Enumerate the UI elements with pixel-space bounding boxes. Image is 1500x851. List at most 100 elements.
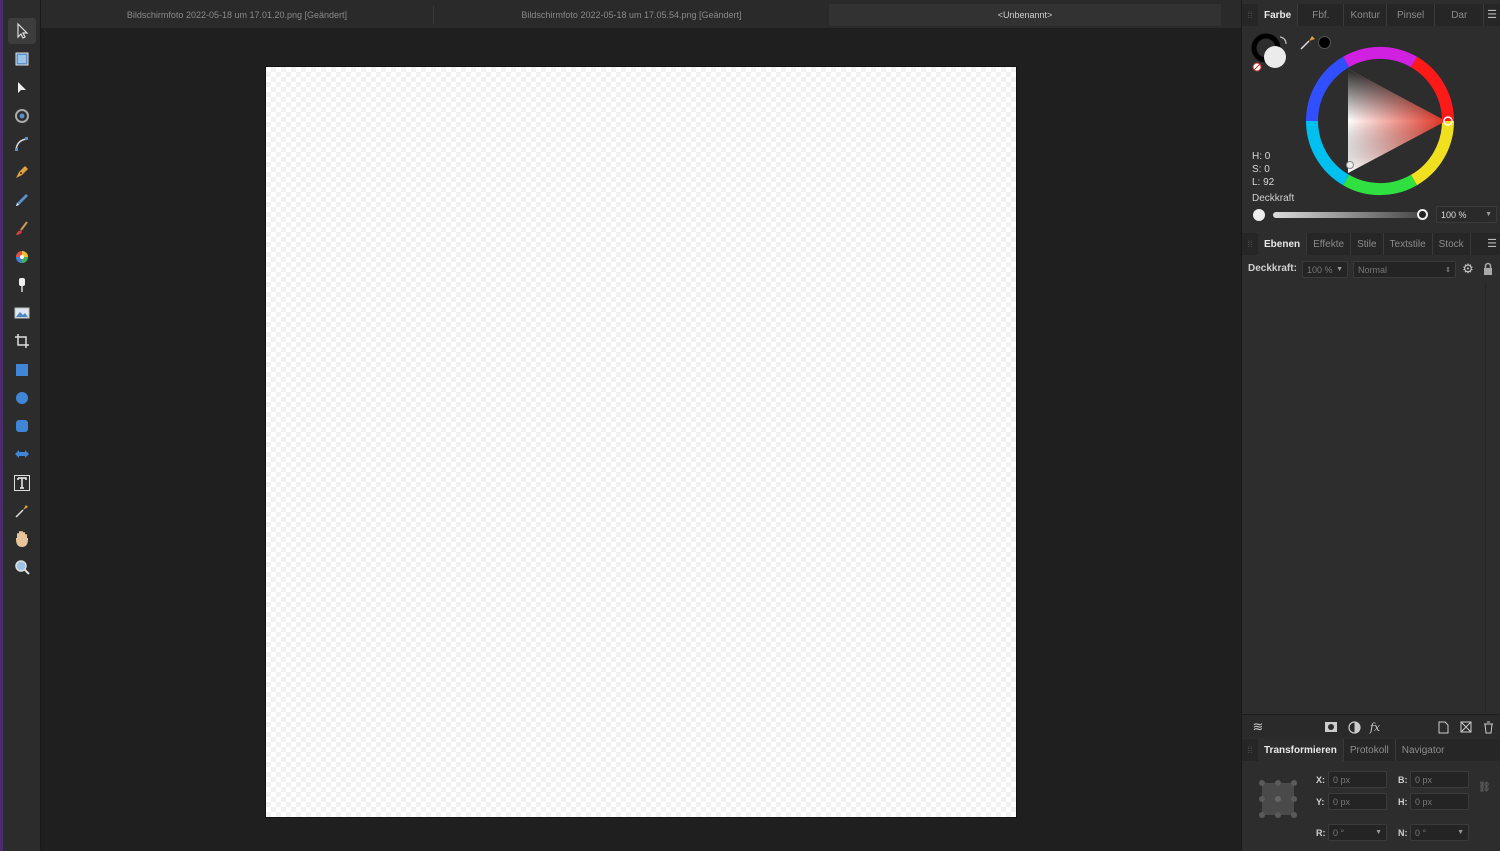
saturation-readout: S: 0: [1252, 164, 1270, 175]
tab-ebenen[interactable]: Ebenen: [1258, 233, 1308, 255]
trash-icon[interactable]: [1481, 720, 1495, 734]
layers-scrollbar[interactable]: [1485, 284, 1499, 712]
pencil-tool-button[interactable]: [8, 187, 36, 213]
text-tool-button[interactable]: [8, 470, 36, 496]
r-label: R:: [1316, 828, 1326, 838]
x-label: X:: [1316, 775, 1325, 785]
vector-brush-tool-button[interactable]: [8, 216, 36, 242]
panel-grip[interactable]: ⁞⁞: [1242, 233, 1258, 255]
tab-stock[interactable]: Stock: [1433, 233, 1471, 255]
chevron-down-icon: ▼: [1485, 211, 1492, 218]
tab-kontur[interactable]: Kontur: [1344, 4, 1387, 26]
anchor-point-selector[interactable]: [1258, 779, 1298, 819]
move-tool-button[interactable]: [8, 18, 36, 44]
opacity-value-field[interactable]: 100 % ▼: [1436, 206, 1497, 223]
panel-menu-icon[interactable]: ☰: [1485, 237, 1499, 251]
y-field[interactable]: 0 px: [1328, 793, 1387, 810]
place-image-tool-button[interactable]: [8, 300, 36, 326]
rounded-rectangle-icon: [16, 420, 28, 432]
fx-effects-icon[interactable]: fx: [1368, 720, 1382, 734]
document-canvas[interactable]: [265, 66, 1017, 818]
opacity-value: 100 %: [1441, 209, 1467, 220]
artboard-icon: [15, 52, 29, 66]
opacity-swatch: [1253, 209, 1265, 221]
zoom-icon: [15, 560, 30, 575]
ellipse-tool-button[interactable]: [8, 385, 36, 411]
mask-layer-icon[interactable]: [1324, 720, 1338, 734]
layers-stack-icon[interactable]: ≋: [1251, 719, 1265, 734]
tab-protokoll[interactable]: Protokoll: [1344, 739, 1396, 761]
blend-mode-select[interactable]: Normal ⇕: [1353, 261, 1456, 278]
rounded-rectangle-tool-button[interactable]: [8, 413, 36, 439]
color-wheel[interactable]: [1304, 45, 1456, 197]
fill-stroke-swatch[interactable]: [1250, 30, 1290, 74]
shear-field[interactable]: 0 ° ▼: [1410, 824, 1469, 841]
color-picker-tool-button[interactable]: [8, 498, 36, 524]
link-proportions-icon[interactable]: ⛓: [1478, 782, 1491, 798]
tab-stile[interactable]: Stile: [1351, 233, 1384, 255]
tab-fbf[interactable]: Fbf.: [1298, 4, 1345, 26]
width-field[interactable]: 0 px: [1410, 771, 1469, 788]
image-icon: [14, 307, 30, 319]
lock-icon[interactable]: [1482, 262, 1494, 276]
tab-navigator[interactable]: Navigator: [1396, 739, 1451, 761]
tab-pinsel[interactable]: Pinsel: [1387, 4, 1436, 26]
transparency-tool-button[interactable]: [8, 272, 36, 298]
rectangle-icon: [16, 364, 28, 376]
pencil-icon: [16, 194, 28, 206]
point-transform-tool-button[interactable]: [8, 131, 36, 157]
tab-dar[interactable]: Dar: [1435, 4, 1485, 26]
document-tab-3[interactable]: <Unbenannt>: [829, 4, 1221, 26]
crop-tool-button[interactable]: [8, 328, 36, 354]
arrow-cursor-icon: [17, 22, 29, 39]
tab-textstile[interactable]: Textstile: [1384, 233, 1433, 255]
layer-opacity-label: Deckkraft:: [1248, 263, 1297, 274]
text-icon: [14, 475, 30, 491]
opacity-slider[interactable]: [1273, 212, 1425, 218]
tab-transformieren[interactable]: Transformieren: [1258, 739, 1344, 761]
corner-tool-button[interactable]: [8, 103, 36, 129]
ellipse-icon: [16, 392, 28, 404]
b-label: B:: [1398, 775, 1408, 785]
y-label: Y:: [1316, 797, 1325, 807]
tab-farbe[interactable]: Farbe: [1258, 4, 1299, 26]
document-tab-2[interactable]: Bildschirmfoto 2022-05-18 um 17.05.54.pn…: [434, 4, 829, 26]
layers-list[interactable]: [1242, 284, 1485, 714]
eyedropper-icon: [15, 505, 28, 518]
zoom-tool-button[interactable]: [8, 554, 36, 580]
h-label: H:: [1398, 797, 1408, 807]
tools-toolbar: [3, 0, 41, 851]
document-tab-1[interactable]: Bildschirmfoto 2022-05-18 um 17.01.20.pn…: [41, 4, 433, 26]
layers-panel-tabs: ⁞⁞ Ebenen Effekte Stile Textstile Stock …: [1242, 233, 1500, 255]
fill-tool-button[interactable]: [8, 244, 36, 270]
rectangle-tool-button[interactable]: [8, 357, 36, 383]
lightness-readout: L: 92: [1252, 177, 1275, 188]
new-layer-icon[interactable]: [1436, 720, 1450, 734]
transform-panel-tabs: ⁞⁞ Transformieren Protokoll Navigator: [1242, 739, 1500, 761]
panel-menu-icon[interactable]: ☰: [1485, 8, 1499, 22]
color-panel-tabs: ⁞⁞ Farbe Fbf. Kontur Pinsel Dar ☰: [1242, 4, 1500, 26]
gear-icon[interactable]: ⚙: [1461, 262, 1475, 276]
shape-tool-button[interactable]: [8, 441, 36, 467]
rotation-value: 0 °: [1333, 827, 1345, 838]
height-field[interactable]: 0 px: [1410, 793, 1469, 810]
pen-tool-button[interactable]: [8, 159, 36, 185]
corner-icon: [15, 109, 29, 123]
tab-effekte[interactable]: Effekte: [1307, 233, 1352, 255]
x-field[interactable]: 0 px: [1328, 771, 1387, 788]
rotation-field[interactable]: 0 ° ▼: [1328, 824, 1387, 841]
panel-grip[interactable]: ⁞⁞: [1242, 4, 1258, 26]
panel-grip[interactable]: ⁞⁞: [1242, 739, 1258, 761]
adjustment-layer-icon[interactable]: [1347, 720, 1361, 734]
artboard-tool-button[interactable]: [8, 46, 36, 72]
chevron-updown-icon: ⇕: [1445, 266, 1451, 274]
brush-icon: [16, 221, 28, 235]
node-tool-button[interactable]: [8, 75, 36, 101]
view-tool-button[interactable]: [8, 526, 36, 552]
layer-opacity-field[interactable]: 100 % ▼: [1302, 261, 1348, 278]
group-layers-icon[interactable]: [1459, 720, 1473, 734]
opacity-slider-handle[interactable]: [1417, 209, 1428, 220]
point-transform-icon: [15, 137, 28, 151]
canvas-workspace[interactable]: [41, 28, 1241, 851]
color-wheel-icon: [16, 251, 28, 263]
